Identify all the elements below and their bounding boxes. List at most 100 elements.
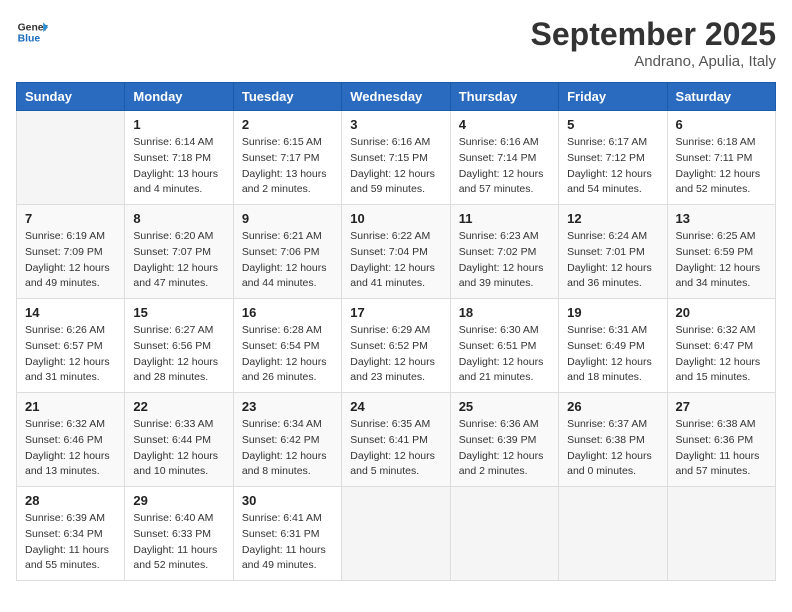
day-info: Sunrise: 6:29 AMSunset: 6:52 PMDaylight:… [350,323,441,386]
day-number: 6 [676,117,767,132]
calendar-cell: 30 Sunrise: 6:41 AMSunset: 6:31 PMDayligh… [233,487,341,581]
day-info: Sunrise: 6:37 AMSunset: 6:38 PMDaylight:… [567,417,658,480]
day-info: Sunrise: 6:27 AMSunset: 6:56 PMDaylight:… [133,323,224,386]
calendar-cell: 16 Sunrise: 6:28 AMSunset: 6:54 PMDayligh… [233,299,341,393]
day-info: Sunrise: 6:35 AMSunset: 6:41 PMDaylight:… [350,417,441,480]
day-info: Sunrise: 6:17 AMSunset: 7:12 PMDaylight:… [567,135,658,198]
calendar-cell: 11 Sunrise: 6:23 AMSunset: 7:02 PMDayligh… [450,205,558,299]
day-number: 25 [459,399,550,414]
day-info: Sunrise: 6:15 AMSunset: 7:17 PMDaylight:… [242,135,333,198]
day-info: Sunrise: 6:14 AMSunset: 7:18 PMDaylight:… [133,135,224,198]
calendar-cell: 4Sunrise: 6:16 AMSunset: 7:14 PMDaylight… [450,111,558,205]
day-info: Sunrise: 6:24 AMSunset: 7:01 PMDaylight:… [567,229,658,292]
logo-icon: General Blue [16,16,48,48]
calendar-cell: 27Sunrise: 6:38 AMSunset: 6:36 PMDayligh… [667,393,775,487]
calendar-cell: 2 Sunrise: 6:15 AMSunset: 7:17 PMDaylight… [233,111,341,205]
calendar-cell: 5 Sunrise: 6:17 AMSunset: 7:12 PMDaylight… [559,111,667,205]
day-info: Sunrise: 6:34 AMSunset: 6:42 PMDaylight:… [242,417,333,480]
day-info: Sunrise: 6:38 AMSunset: 6:36 PMDaylight:… [676,417,767,480]
calendar-cell: 6 Sunrise: 6:18 AMSunset: 7:11 PMDaylight… [667,111,775,205]
calendar-cell [342,487,450,581]
day-number: 4 [459,117,550,132]
calendar-cell: 12 Sunrise: 6:24 AMSunset: 7:01 PMDayligh… [559,205,667,299]
day-info: Sunrise: 6:22 AMSunset: 7:04 PMDaylight:… [350,229,441,292]
day-number: 2 [242,117,333,132]
calendar-cell: 10 Sunrise: 6:22 AMSunset: 7:04 PMDayligh… [342,205,450,299]
page-header: General Blue General Blue September 2025… [16,16,776,70]
calendar-cell: 9 Sunrise: 6:21 AMSunset: 7:06 PMDaylight… [233,205,341,299]
calendar-week-row: 14 Sunrise: 6:26 AMSunset: 6:57 PMDayligh… [17,299,776,393]
month-title: September 2025 [531,16,776,53]
weekday-header-sunday: Sunday [17,83,125,111]
day-info: Sunrise: 6:36 AMSunset: 6:39 PMDaylight:… [459,417,550,480]
day-number: 18 [459,305,550,320]
calendar-cell [559,487,667,581]
day-number: 29 [133,493,224,508]
day-number: 11 [459,211,550,226]
day-number: 23 [242,399,333,414]
calendar-cell [667,487,775,581]
calendar-cell: 25 Sunrise: 6:36 AMSunset: 6:39 PMDayligh… [450,393,558,487]
calendar-cell: 29 Sunrise: 6:40 AMSunset: 6:33 PMDayligh… [125,487,233,581]
day-number: 9 [242,211,333,226]
calendar-cell: 15 Sunrise: 6:27 AMSunset: 6:56 PMDayligh… [125,299,233,393]
title-block: September 2025 Andrano, Apulia, Italy [531,16,776,70]
day-number: 8 [133,211,224,226]
calendar-week-row: 1 Sunrise: 6:14 AMSunset: 7:18 PMDaylight… [17,111,776,205]
calendar-cell: 19Sunrise: 6:31 AMSunset: 6:49 PMDayligh… [559,299,667,393]
weekday-header-monday: Monday [125,83,233,111]
calendar-cell: 22Sunrise: 6:33 AMSunset: 6:44 PMDayligh… [125,393,233,487]
calendar-cell: 21Sunrise: 6:32 AMSunset: 6:46 PMDayligh… [17,393,125,487]
day-info: Sunrise: 6:31 AMSunset: 6:49 PMDaylight:… [567,323,658,386]
day-number: 22 [133,399,224,414]
day-number: 7 [25,211,116,226]
calendar-header-row: SundayMondayTuesdayWednesdayThursdayFrid… [17,83,776,111]
calendar-cell: 26 Sunrise: 6:37 AMSunset: 6:38 PMDayligh… [559,393,667,487]
calendar-week-row: 28Sunrise: 6:39 AMSunset: 6:34 PMDayligh… [17,487,776,581]
day-number: 20 [676,305,767,320]
day-info: Sunrise: 6:19 AMSunset: 7:09 PMDaylight:… [25,229,116,292]
calendar-cell: 24 Sunrise: 6:35 AMSunset: 6:41 PMDayligh… [342,393,450,487]
weekday-header-friday: Friday [559,83,667,111]
day-number: 30 [242,493,333,508]
weekday-header-wednesday: Wednesday [342,83,450,111]
day-number: 21 [25,399,116,414]
calendar-cell: 28Sunrise: 6:39 AMSunset: 6:34 PMDayligh… [17,487,125,581]
calendar-cell: 1 Sunrise: 6:14 AMSunset: 7:18 PMDaylight… [125,111,233,205]
calendar-cell: 3Sunrise: 6:16 AMSunset: 7:15 PMDaylight… [342,111,450,205]
calendar-cell: 17 Sunrise: 6:29 AMSunset: 6:52 PMDayligh… [342,299,450,393]
calendar-cell: 14 Sunrise: 6:26 AMSunset: 6:57 PMDayligh… [17,299,125,393]
svg-text:Blue: Blue [18,34,41,45]
day-number: 5 [567,117,658,132]
day-number: 17 [350,305,441,320]
day-number: 13 [676,211,767,226]
calendar-cell [17,111,125,205]
day-info: Sunrise: 6:16 AMSunset: 7:15 PMDaylight:… [350,135,441,198]
calendar-week-row: 21Sunrise: 6:32 AMSunset: 6:46 PMDayligh… [17,393,776,487]
calendar-cell: 13 Sunrise: 6:25 AMSunset: 6:59 PMDayligh… [667,205,775,299]
day-number: 10 [350,211,441,226]
day-info: Sunrise: 6:23 AMSunset: 7:02 PMDaylight:… [459,229,550,292]
day-number: 1 [133,117,224,132]
calendar-cell: 8Sunrise: 6:20 AMSunset: 7:07 PMDaylight… [125,205,233,299]
day-number: 15 [133,305,224,320]
day-number: 14 [25,305,116,320]
calendar-table: SundayMondayTuesdayWednesdayThursdayFrid… [16,82,776,581]
day-info: Sunrise: 6:28 AMSunset: 6:54 PMDaylight:… [242,323,333,386]
day-info: Sunrise: 6:21 AMSunset: 7:06 PMDaylight:… [242,229,333,292]
calendar-week-row: 7 Sunrise: 6:19 AMSunset: 7:09 PMDaylight… [17,205,776,299]
day-number: 26 [567,399,658,414]
day-info: Sunrise: 6:18 AMSunset: 7:11 PMDaylight:… [676,135,767,198]
day-info: Sunrise: 6:26 AMSunset: 6:57 PMDaylight:… [25,323,116,386]
day-info: Sunrise: 6:39 AMSunset: 6:34 PMDaylight:… [25,511,116,574]
weekday-header-thursday: Thursday [450,83,558,111]
location: Andrano, Apulia, Italy [531,53,776,70]
day-info: Sunrise: 6:25 AMSunset: 6:59 PMDaylight:… [676,229,767,292]
day-info: Sunrise: 6:30 AMSunset: 6:51 PMDaylight:… [459,323,550,386]
logo: General Blue General Blue [16,16,48,48]
day-number: 12 [567,211,658,226]
day-info: Sunrise: 6:41 AMSunset: 6:31 PMDaylight:… [242,511,333,574]
day-info: Sunrise: 6:40 AMSunset: 6:33 PMDaylight:… [133,511,224,574]
day-number: 16 [242,305,333,320]
day-number: 24 [350,399,441,414]
